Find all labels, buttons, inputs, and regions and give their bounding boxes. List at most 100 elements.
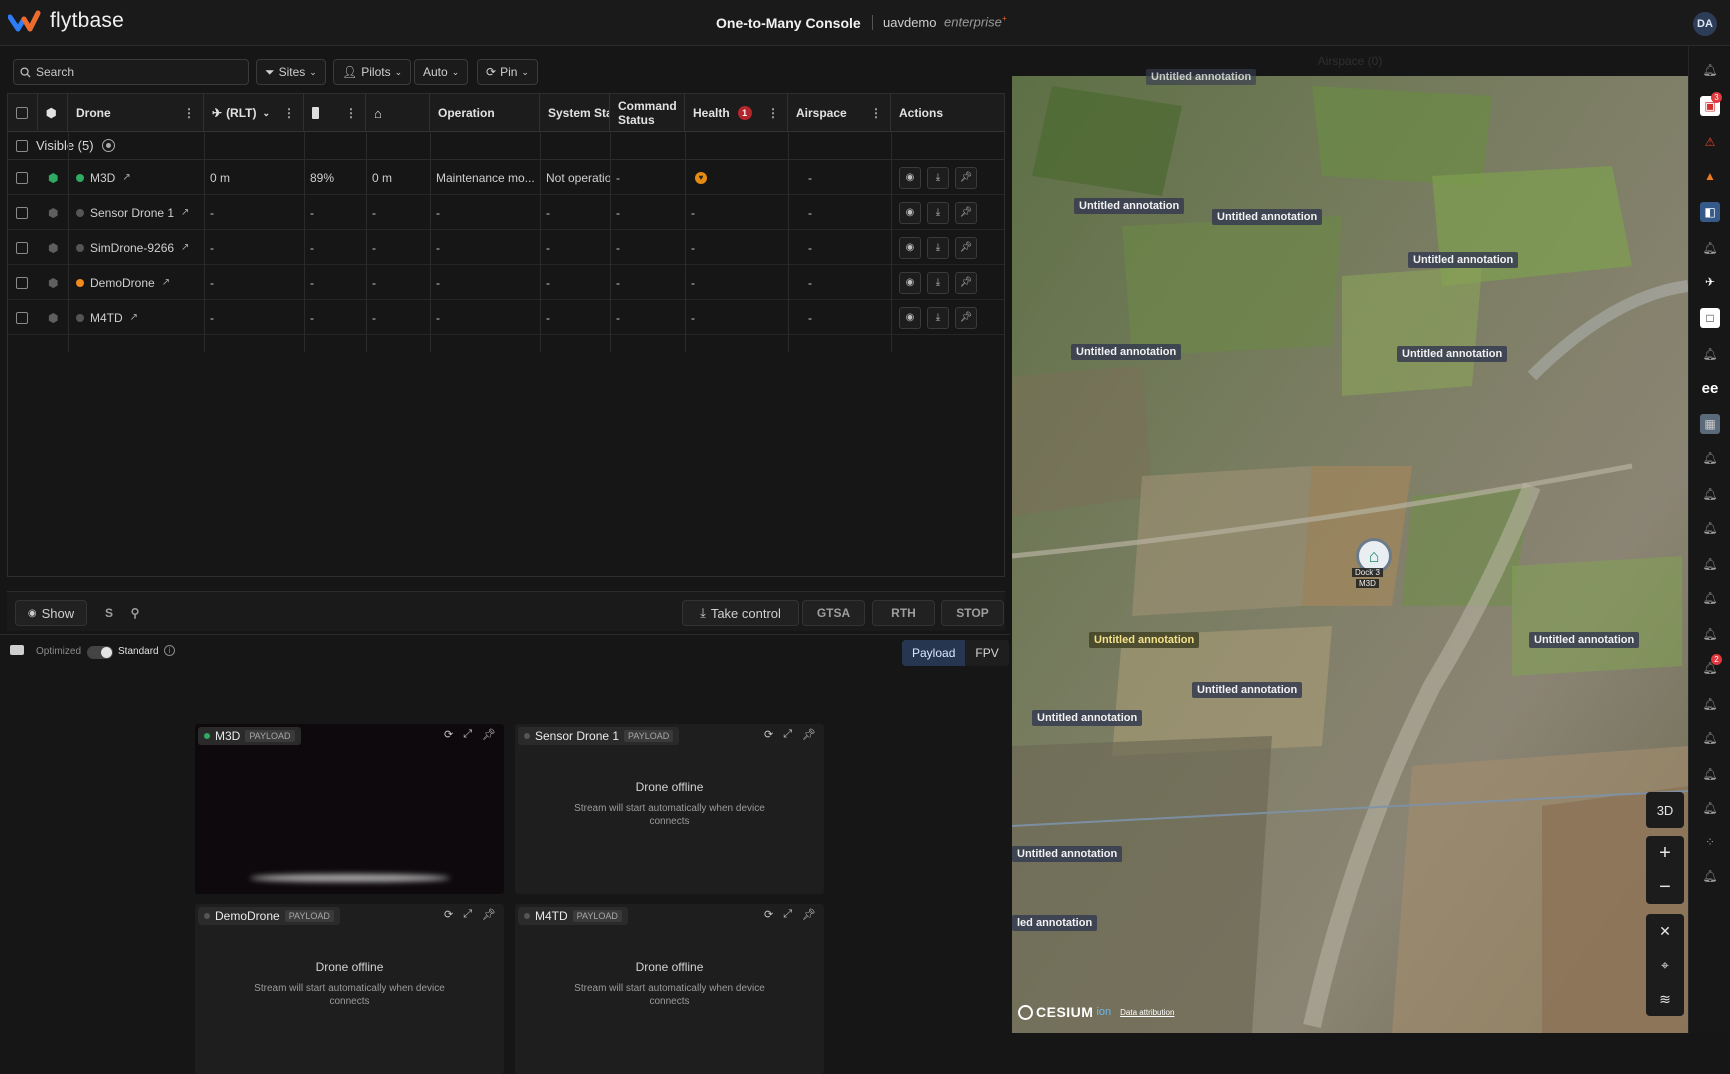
drone-name[interactable]: DemoDrone — [90, 276, 155, 290]
map-annotation[interactable]: Untitled annotation — [1192, 682, 1303, 698]
pin-icon[interactable]: 📌︎ — [482, 908, 496, 921]
dock-marker[interactable]: ⌂ Dock 3 M3D — [1352, 538, 1394, 598]
search-input[interactable]: Search — [36, 65, 74, 79]
app-icon[interactable]: □ — [1700, 308, 1720, 328]
show-button[interactable]: ◉ Show — [15, 600, 87, 626]
bell-icon[interactable]: 🔔︎ — [1700, 764, 1720, 784]
bell-icon[interactable]: 🔔︎ — [1700, 238, 1720, 258]
pin-icon[interactable]: 📌︎ — [802, 908, 816, 921]
external-link-icon[interactable]: ↗ — [130, 312, 138, 323]
pin-icon[interactable]: 📌︎ — [482, 728, 496, 741]
download-icon[interactable]: ⤓ — [927, 306, 949, 329]
stop-button[interactable]: STOP — [941, 600, 1004, 626]
pin-icon[interactable]: 📌︎ — [955, 166, 977, 189]
map-annotation[interactable]: Untitled annotation — [1529, 632, 1640, 648]
auto-sort-button[interactable]: Auto ⌄ — [414, 59, 469, 85]
drone-name-cell[interactable]: SimDrone-9266 ↗ — [68, 230, 204, 265]
drone-name[interactable]: Sensor Drone 1 — [90, 206, 174, 220]
health-warning-icon[interactable]: ♥ — [695, 171, 707, 184]
map-annotation[interactable]: Untitled annotation — [1032, 710, 1143, 726]
bell-icon[interactable]: 🔔︎ — [1700, 588, 1720, 608]
ee-app-icon[interactable]: ee — [1700, 378, 1720, 398]
download-icon[interactable]: ⤓ — [927, 166, 949, 189]
bell-icon[interactable]: 🔔︎ — [1700, 728, 1720, 748]
map-annotation[interactable]: Untitled annotation — [1074, 198, 1185, 214]
kebab-icon[interactable]: ⋮ — [870, 106, 882, 120]
bell-icon[interactable]: 🔔︎ — [1700, 624, 1720, 644]
external-link-icon[interactable]: ↗ — [162, 277, 170, 288]
fire-icon[interactable]: ▲ — [1700, 166, 1720, 186]
fpv-tab[interactable]: FPV — [965, 640, 1008, 666]
pin-icon[interactable]: 📌︎ — [955, 201, 977, 224]
quality-toggle[interactable] — [87, 646, 113, 659]
visible-group-row[interactable]: Visible (5) — [8, 132, 1004, 160]
search-box[interactable]: Search — [13, 59, 249, 85]
data-attribution-link[interactable]: Data attribution — [1120, 1008, 1174, 1017]
refresh-icon[interactable]: ⟳ — [764, 728, 773, 741]
map-annotation[interactable]: Untitled annotation — [1089, 632, 1200, 648]
external-link-icon[interactable]: ↗ — [181, 242, 189, 253]
system-status-column[interactable]: System Stat — [540, 94, 610, 132]
layers-icon[interactable]: ≋ — [1646, 982, 1684, 1016]
video-feed-tile[interactable]: M3D PAYLOAD ⟳ ⤢ 📌︎ — [195, 724, 504, 894]
map-annotation[interactable]: Untitled annotation — [1071, 344, 1182, 360]
bell-icon[interactable]: 🔔︎ 2 — [1700, 654, 1722, 678]
bell-icon[interactable]: 🔔︎ — [1700, 448, 1720, 468]
map-annotation[interactable]: Untitled annotation — [1397, 346, 1508, 362]
map-view[interactable]: Airspace (0) Untitled annotation Untitle… — [1012, 46, 1688, 1033]
bell-icon[interactable]: 🔔︎ — [1700, 60, 1720, 80]
bell-icon[interactable]: 🔔︎ — [1700, 554, 1720, 574]
airspace-column[interactable]: Airspace ⋮ — [788, 94, 891, 132]
select-all-checkbox[interactable] — [16, 107, 28, 119]
refresh-icon[interactable]: ⟳ — [444, 728, 453, 741]
rth-button[interactable]: RTH — [872, 600, 935, 626]
pilots-filter-button[interactable]: 👤︎ Pilots ⌄ — [333, 59, 412, 85]
bell-icon[interactable]: 🔔︎ — [1700, 866, 1720, 886]
app-icon[interactable]: ◧ — [1700, 202, 1720, 222]
refresh-icon[interactable]: ⟳ — [764, 908, 773, 921]
home-column[interactable]: ⌂ — [366, 94, 430, 132]
drone-name[interactable]: M3D — [90, 171, 115, 185]
take-control-button[interactable]: ⤓ Take control — [682, 600, 799, 626]
table-row[interactable]: ⬢ M3D ↗ 0 m 89% 0 m Maintenance mo... Not opera… — [8, 160, 1004, 195]
grid-icon[interactable]: ⁘ — [1700, 832, 1720, 852]
download-icon[interactable]: ⤓ — [927, 201, 949, 224]
drone-app-icon[interactable]: ✈ — [1700, 272, 1720, 292]
kebab-icon[interactable]: ⋮ — [283, 106, 295, 120]
payload-tab[interactable]: Payload — [902, 640, 966, 666]
drone-name[interactable]: M4TD — [90, 311, 123, 325]
zoom-in-button[interactable]: + — [1646, 836, 1684, 870]
eye-icon[interactable]: ◉ — [899, 306, 921, 329]
health-column[interactable]: Health 1 ⋮ — [685, 94, 788, 132]
gtsa-button[interactable]: GTSA — [802, 600, 865, 626]
bell-icon[interactable]: 🔔︎ — [1700, 518, 1720, 538]
location-pin-icon[interactable]: ⚲ — [123, 600, 147, 626]
kebab-icon[interactable]: ⋮ — [767, 106, 779, 120]
refresh-icon[interactable]: ⟳ — [444, 908, 453, 921]
rlt-column[interactable]: ✈ (RLT) ⌄ ⋮ — [204, 94, 304, 132]
external-link-icon[interactable]: ↗ — [122, 172, 130, 183]
row-checkbox[interactable] — [16, 311, 28, 324]
eye-icon[interactable]: ◉ — [899, 271, 921, 294]
table-row[interactable]: ⬢ M4TD ↗ - - - - - - - - ◉ ⤓ 📌︎ — [8, 300, 1004, 335]
eye-icon[interactable]: ◉ — [899, 236, 921, 259]
pin-icon[interactable]: 📌︎ — [955, 271, 977, 294]
map-annotation[interactable]: led annotation — [1012, 915, 1098, 931]
map-annotation[interactable]: Untitled annotation — [1012, 846, 1123, 862]
command-status-column[interactable]: Command Status — [610, 94, 685, 132]
pin-icon[interactable]: 📌︎ — [802, 728, 816, 741]
expand-icon[interactable]: ⤢ — [463, 728, 472, 741]
video-feed-tile[interactable]: DemoDrone PAYLOAD ⟳ ⤢ 📌︎ Drone offline Stream … — [195, 904, 504, 1074]
info-icon[interactable]: i — [164, 645, 175, 656]
expand-icon[interactable]: ⤢ — [463, 908, 472, 921]
download-icon[interactable]: ⤓ — [927, 236, 949, 259]
drone-name-cell[interactable]: M4TD ↗ — [68, 300, 204, 335]
bell-icon[interactable]: 🔔︎ — [1700, 484, 1720, 504]
siren-icon[interactable]: ⚠ — [1700, 132, 1720, 152]
row-checkbox[interactable] — [16, 241, 28, 254]
kebab-icon[interactable]: ⋮ — [183, 106, 195, 120]
kebab-icon[interactable]: ⋮ — [345, 106, 357, 120]
drone-column[interactable]: Drone ⋮ — [68, 94, 204, 132]
operation-column[interactable]: Operation — [430, 94, 540, 132]
bell-icon[interactable]: 🔔︎ — [1700, 344, 1720, 364]
